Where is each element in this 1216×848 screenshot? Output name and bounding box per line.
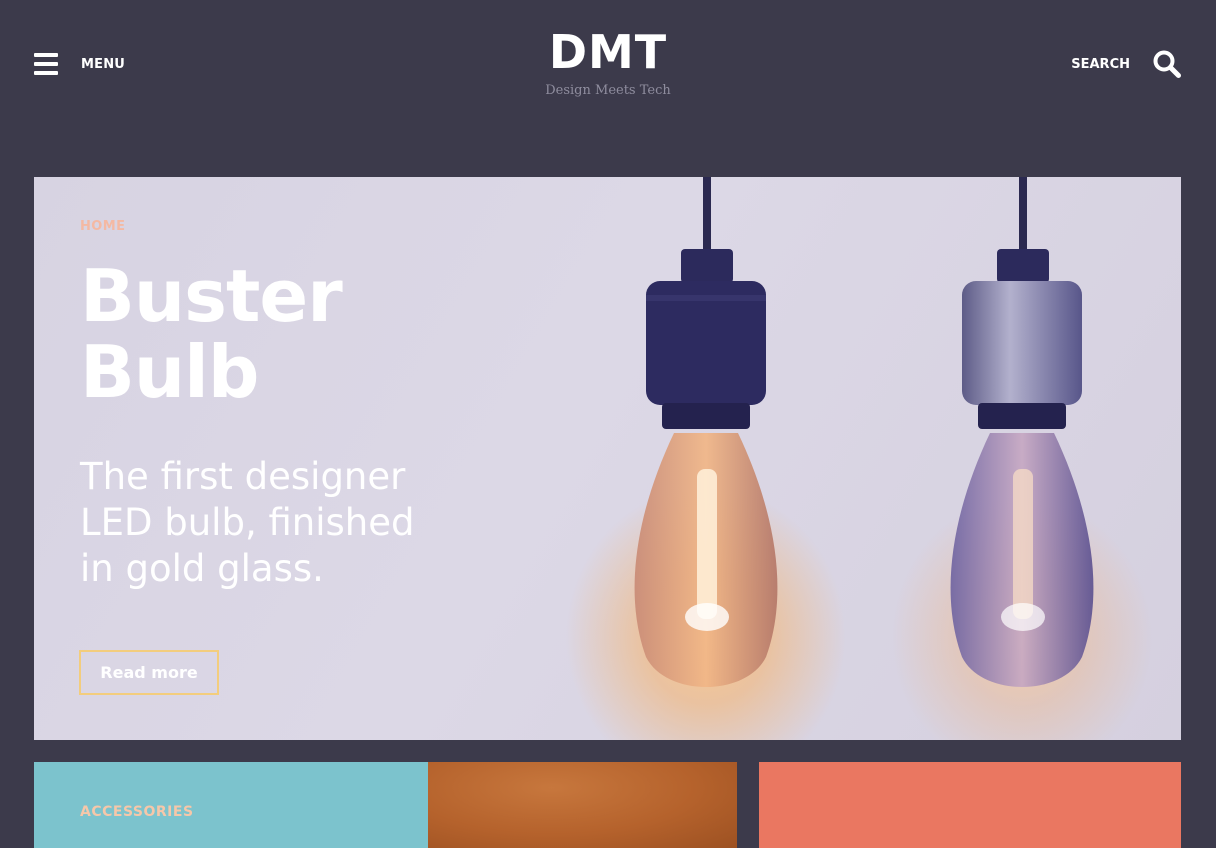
hero-category-link[interactable]: HOME — [80, 219, 500, 234]
featured-hero[interactable]: HOME Buster Bulb The first designer LED … — [34, 177, 1181, 740]
menu-toggle-button[interactable]: MENU — [34, 51, 134, 77]
search-icon[interactable] — [1152, 49, 1182, 79]
read-more-button[interactable]: Read more — [79, 650, 219, 695]
article-card-secondary[interactable] — [759, 762, 1181, 848]
hero-title-line-2[interactable]: Bulb — [80, 330, 259, 414]
hero-title[interactable]: Buster Bulb — [80, 258, 500, 410]
site-logo[interactable]: DMT — [508, 26, 708, 78]
hero-description-line-1: The first designer — [80, 455, 406, 498]
hero-description-line-3: in gold glass. — [80, 547, 324, 590]
search-label[interactable]: SEARCH — [1071, 57, 1130, 72]
hero-content: HOME Buster Bulb The first designer LED … — [80, 219, 500, 592]
hero-description: The first designer LED bulb, finished in… — [80, 454, 500, 592]
site-header: MENU DMT Design Meets Tech SEARCH — [0, 0, 1216, 130]
hero-description-line-2: LED bulb, finished — [80, 501, 415, 544]
site-tagline: Design Meets Tech — [545, 83, 671, 98]
menu-label[interactable]: MENU — [81, 57, 125, 72]
search-toggle-button[interactable]: SEARCH — [1071, 49, 1182, 79]
site-brand[interactable]: DMT Design Meets Tech — [508, 26, 708, 98]
hero-title-line-1[interactable]: Buster — [80, 254, 343, 338]
article-card-accessories[interactable]: ACCESSORIES — [34, 762, 737, 848]
hamburger-icon[interactable] — [34, 53, 58, 75]
card-category-link[interactable]: ACCESSORIES — [80, 804, 194, 820]
card-leather-image — [428, 762, 737, 848]
